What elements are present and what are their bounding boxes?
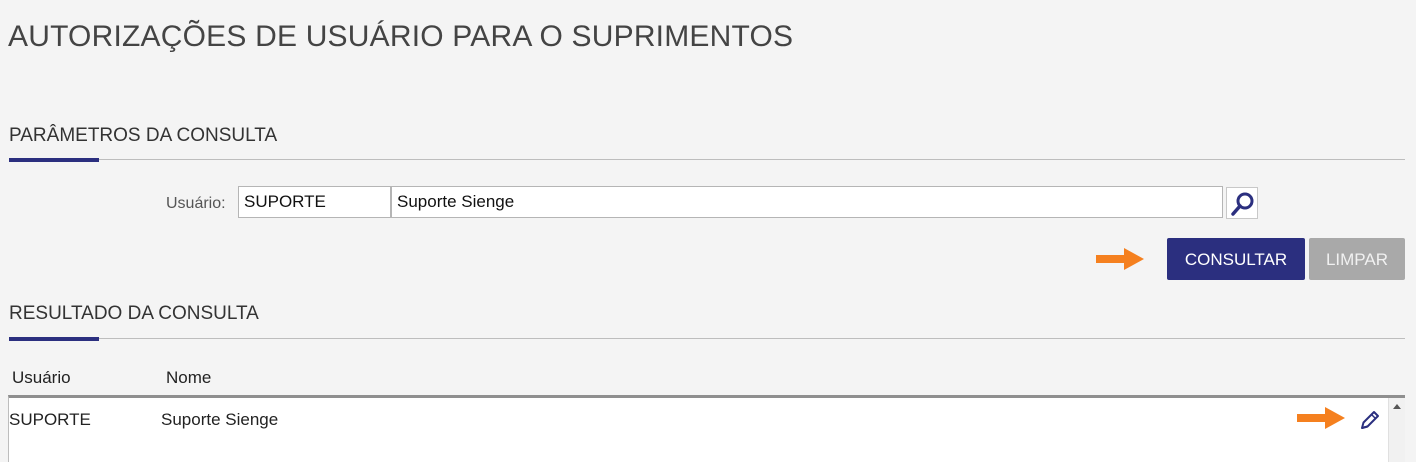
cell-nome: Suporte Sienge [161, 410, 279, 429]
column-header-usuario[interactable]: Usuário [12, 368, 71, 388]
orange-arrow-icon [1096, 248, 1144, 270]
params-heading: PARÂMETROS DA CONSULTA [9, 125, 278, 146]
search-icon [1231, 192, 1254, 216]
page-title: AUTORIZAÇÕES DE USUÁRIO PARA O SUPRIMENT… [8, 20, 794, 53]
limpar-button[interactable]: LIMPAR [1309, 238, 1405, 280]
table-row[interactable]: SUPORTE Suporte Sienge [9, 398, 1390, 442]
column-header-nome[interactable]: Nome [166, 368, 211, 388]
results-divider [9, 338, 1405, 339]
pencil-edit-icon[interactable] [1358, 408, 1382, 432]
results-scrollbar[interactable] [1388, 398, 1405, 462]
cell-usuario: SUPORTE [9, 410, 91, 429]
scroll-up-arrow-icon[interactable] [1393, 404, 1401, 409]
user-label: Usuário: [166, 195, 226, 212]
params-divider [9, 159, 1405, 160]
user-name-input[interactable] [391, 186, 1223, 218]
params-accent-bar [9, 158, 99, 162]
results-section-header: RESULTADO DA CONSULTA [9, 303, 1405, 341]
consultar-button[interactable]: CONSULTAR [1167, 238, 1305, 280]
results-table: SUPORTE Suporte Sienge [8, 395, 1405, 462]
params-section-header: PARÂMETROS DA CONSULTA [9, 125, 1405, 162]
orange-arrow-icon [1297, 407, 1345, 429]
results-heading: RESULTADO DA CONSULTA [9, 303, 259, 324]
user-code-input[interactable] [238, 186, 391, 218]
user-lookup-button[interactable] [1226, 187, 1258, 219]
results-accent-bar [9, 337, 99, 341]
